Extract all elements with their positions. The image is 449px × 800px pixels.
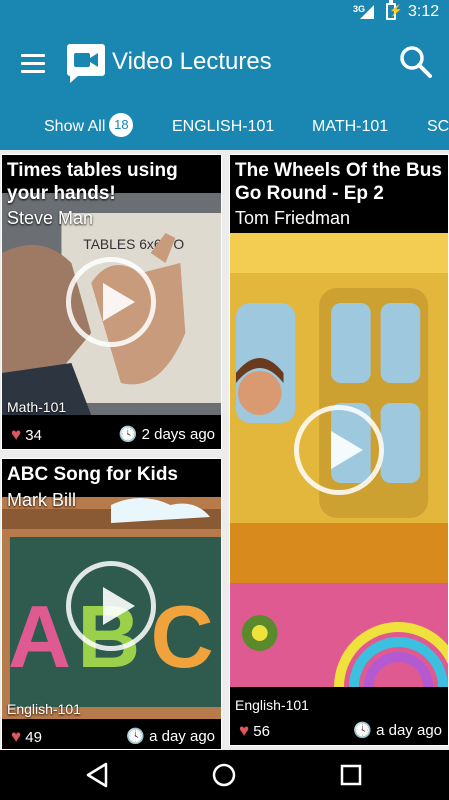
video-card[interactable]: TABLES 6x6 TO Times tables using your ha… <box>1 154 222 450</box>
signal-icon <box>360 5 374 19</box>
clock-time: 3:12 <box>408 3 440 20</box>
video-card[interactable]: A B C ABC Song for Kids Mark Bill Englis… <box>1 458 222 750</box>
heart-icon[interactable]: ♥ <box>11 727 21 746</box>
status-bar: 3G ⚡ 3:12 <box>0 0 449 24</box>
course-label: English-101 <box>235 697 309 713</box>
clock-icon: 🕓 <box>353 722 372 739</box>
like-count: 34 <box>25 427 42 444</box>
posted-time: 2 days ago <box>141 426 215 443</box>
heart-icon[interactable]: ♥ <box>11 425 21 444</box>
tab-sc[interactable]: SC <box>427 104 449 150</box>
video-meta: ♥ 49 🕓 a day ago <box>2 721 221 749</box>
posted-time: a day ago <box>149 728 215 745</box>
video-title: ABC Song for Kids <box>7 464 178 485</box>
play-icon[interactable] <box>66 561 156 651</box>
video-card[interactable]: The Wheels Of the Bus Go Round - Ep 2 To… <box>229 154 449 746</box>
video-meta: ♥ 34 🕓 2 days ago <box>2 419 221 449</box>
search-icon[interactable] <box>398 44 434 80</box>
video-title: Times tables using your hands! <box>7 160 178 204</box>
count-badge: 18 <box>109 112 134 137</box>
svg-text:C: C <box>151 588 214 686</box>
course-label: Math-101 <box>7 399 67 415</box>
play-icon[interactable] <box>294 405 384 495</box>
video-author: Mark Bill <box>7 490 77 510</box>
video-camera-icon <box>67 44 105 83</box>
category-tabs: Show All 18 ENGLISH-101 MATH-101 SC <box>0 104 449 150</box>
like-count: 49 <box>25 729 42 746</box>
app-title: Video Lectures <box>112 48 272 75</box>
tab-english-101[interactable]: ENGLISH-101 <box>172 104 274 150</box>
battery-icon: ⚡ <box>386 0 403 20</box>
navigation-bar <box>0 750 449 800</box>
tab-show-all[interactable]: Show All 18 <box>44 104 134 150</box>
play-icon[interactable] <box>66 257 156 347</box>
heart-icon[interactable]: ♥ <box>239 721 249 740</box>
video-meta: ♥ 56 🕓 a day ago <box>230 715 448 745</box>
tab-label: Show All <box>44 118 106 135</box>
back-icon[interactable] <box>68 750 128 800</box>
svg-text:A: A <box>8 588 71 686</box>
video-author: Tom Friedman <box>235 208 351 228</box>
video-title: The Wheels Of the Bus Go Round - Ep 2 <box>235 160 442 204</box>
menu-icon[interactable] <box>17 50 49 78</box>
app-bar: Video Lectures <box>0 24 449 104</box>
clock-icon: 🕓 <box>126 728 145 745</box>
recents-icon[interactable] <box>321 750 381 800</box>
home-icon[interactable] <box>194 750 254 800</box>
course-label: English-101 <box>7 701 81 717</box>
tab-math-101[interactable]: MATH-101 <box>312 104 388 150</box>
like-count: 56 <box>253 723 270 740</box>
video-author: Steve Man <box>7 208 94 228</box>
clock-icon: 🕓 <box>118 426 138 443</box>
posted-time: a day ago <box>376 722 442 739</box>
